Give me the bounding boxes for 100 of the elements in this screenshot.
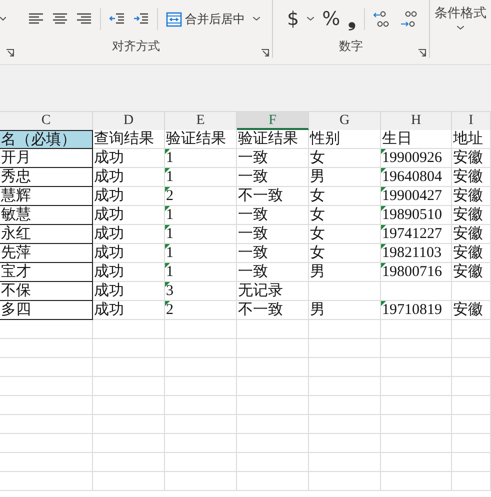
caret-icon[interactable] — [457, 26, 464, 30]
empty-cell — [452, 358, 491, 377]
dialog-launcher-icon[interactable] — [6, 49, 14, 57]
table-cell: 安徽 — [453, 169, 483, 185]
percent-button[interactable]: % — [322, 8, 340, 30]
table-cell: 安徽 — [453, 264, 483, 280]
empty-cell — [452, 396, 491, 415]
table-cell: 1 — [166, 264, 174, 280]
indent-icon[interactable] — [109, 12, 125, 26]
table-cell: 19900926 — [382, 150, 442, 166]
table-cell: 不一致 — [238, 188, 283, 204]
conditional-format-button[interactable]: 条件格式 — [434, 4, 486, 22]
table-cell: 一致 — [238, 207, 268, 223]
empty-cell — [237, 339, 309, 358]
empty-cell — [452, 415, 491, 434]
column-title: 验证结果 — [238, 131, 298, 147]
empty-cell — [165, 339, 237, 358]
merge-icon — [166, 12, 182, 26]
table-cell: 2 — [166, 188, 174, 204]
empty-cell — [93, 453, 165, 472]
table-cell: 19800716 — [382, 264, 442, 280]
column-header[interactable]: G — [309, 112, 381, 130]
table-cell: 女 — [310, 245, 325, 261]
table-cell: 安徽 — [453, 150, 483, 166]
empty-cell — [309, 396, 381, 415]
table-cell: 成功 — [94, 150, 124, 166]
table-cell: 男 — [310, 169, 325, 185]
table-cell: 安徽 — [453, 226, 483, 242]
table-cell: 宝才 — [1, 264, 31, 280]
empty-cell — [309, 339, 381, 358]
group-label: 对齐方式 — [112, 38, 160, 55]
table-cell: 女 — [310, 207, 325, 223]
column-header[interactable]: I — [452, 112, 491, 130]
column-title: 验证结果 — [166, 131, 226, 147]
table-cell: 无记录 — [238, 283, 283, 299]
increase-decimal-icon[interactable] — [373, 10, 392, 28]
empty-cell — [93, 396, 165, 415]
empty-cell — [381, 434, 452, 453]
table-cell: 1 — [166, 226, 174, 242]
table-cell: 一致 — [238, 150, 268, 166]
table-cell: 先萍 — [1, 245, 31, 261]
caret-icon[interactable] — [307, 17, 314, 21]
column-title: 性别 — [310, 131, 340, 147]
align-icon[interactable] — [28, 12, 44, 26]
table-cell: 19710819 — [382, 302, 442, 318]
empty-cell — [93, 434, 165, 453]
table-cell: 不一致 — [238, 302, 283, 318]
empty-cell — [237, 453, 309, 472]
empty-cell — [93, 358, 165, 377]
currency-button[interactable]: $ — [287, 8, 300, 30]
empty-cell — [165, 472, 237, 491]
empty-cell — [381, 415, 452, 434]
empty-cell — [452, 453, 491, 472]
table-cell: 男 — [310, 264, 325, 280]
empty-cell — [309, 377, 381, 396]
caret-icon[interactable] — [253, 17, 260, 21]
table-cell: 1 — [166, 207, 174, 223]
table-cell: 安徽 — [453, 302, 483, 318]
decrease-decimal-icon[interactable] — [399, 10, 418, 28]
empty-cell — [93, 415, 165, 434]
table-cell: 女 — [310, 188, 325, 204]
dialog-launcher-icon[interactable] — [261, 49, 269, 57]
table-cell: 开月 — [1, 150, 31, 166]
empty-cell — [452, 472, 491, 491]
empty-cell — [381, 377, 452, 396]
table-cell: 女 — [310, 226, 325, 242]
column-header[interactable]: F — [237, 112, 309, 130]
dialog-launcher-icon[interactable] — [418, 49, 426, 57]
table-cell: 1 — [166, 150, 174, 166]
table-cell: 永红 — [1, 226, 31, 242]
group-label: 数字 — [339, 38, 363, 55]
empty-cell — [237, 377, 309, 396]
column-title: 名（必填） — [1, 132, 76, 148]
table-cell: 一致 — [238, 264, 268, 280]
column-header[interactable]: D — [93, 112, 165, 130]
table-cell: 19640804 — [382, 169, 442, 185]
indent-icon[interactable] — [133, 12, 149, 26]
empty-cell — [165, 377, 237, 396]
comma-style-button[interactable]: ❟ — [348, 7, 356, 31]
table-cell: 秀忠 — [1, 169, 31, 185]
column-header[interactable]: H — [381, 112, 452, 130]
empty-cell — [452, 434, 491, 453]
column-title: 查询结果 — [94, 131, 154, 147]
empty-cell — [309, 415, 381, 434]
empty-cell — [165, 396, 237, 415]
empty-cell — [309, 472, 381, 491]
empty-cell — [237, 396, 309, 415]
table-cell: 安徽 — [453, 188, 483, 204]
align-icon[interactable] — [76, 12, 92, 26]
column-title: 地址 — [453, 131, 483, 147]
empty-cell — [93, 339, 165, 358]
table-cell: 不保 — [1, 283, 31, 299]
merge-center-button[interactable]: 合并后居中 — [166, 10, 245, 28]
table-cell: 一致 — [238, 245, 268, 261]
empty-cell — [237, 358, 309, 377]
column-title: 生日 — [382, 131, 412, 147]
align-icon[interactable] — [52, 12, 68, 26]
empty-cell — [452, 339, 491, 358]
empty-cell — [93, 472, 165, 491]
caret-icon[interactable] — [0, 17, 6, 21]
